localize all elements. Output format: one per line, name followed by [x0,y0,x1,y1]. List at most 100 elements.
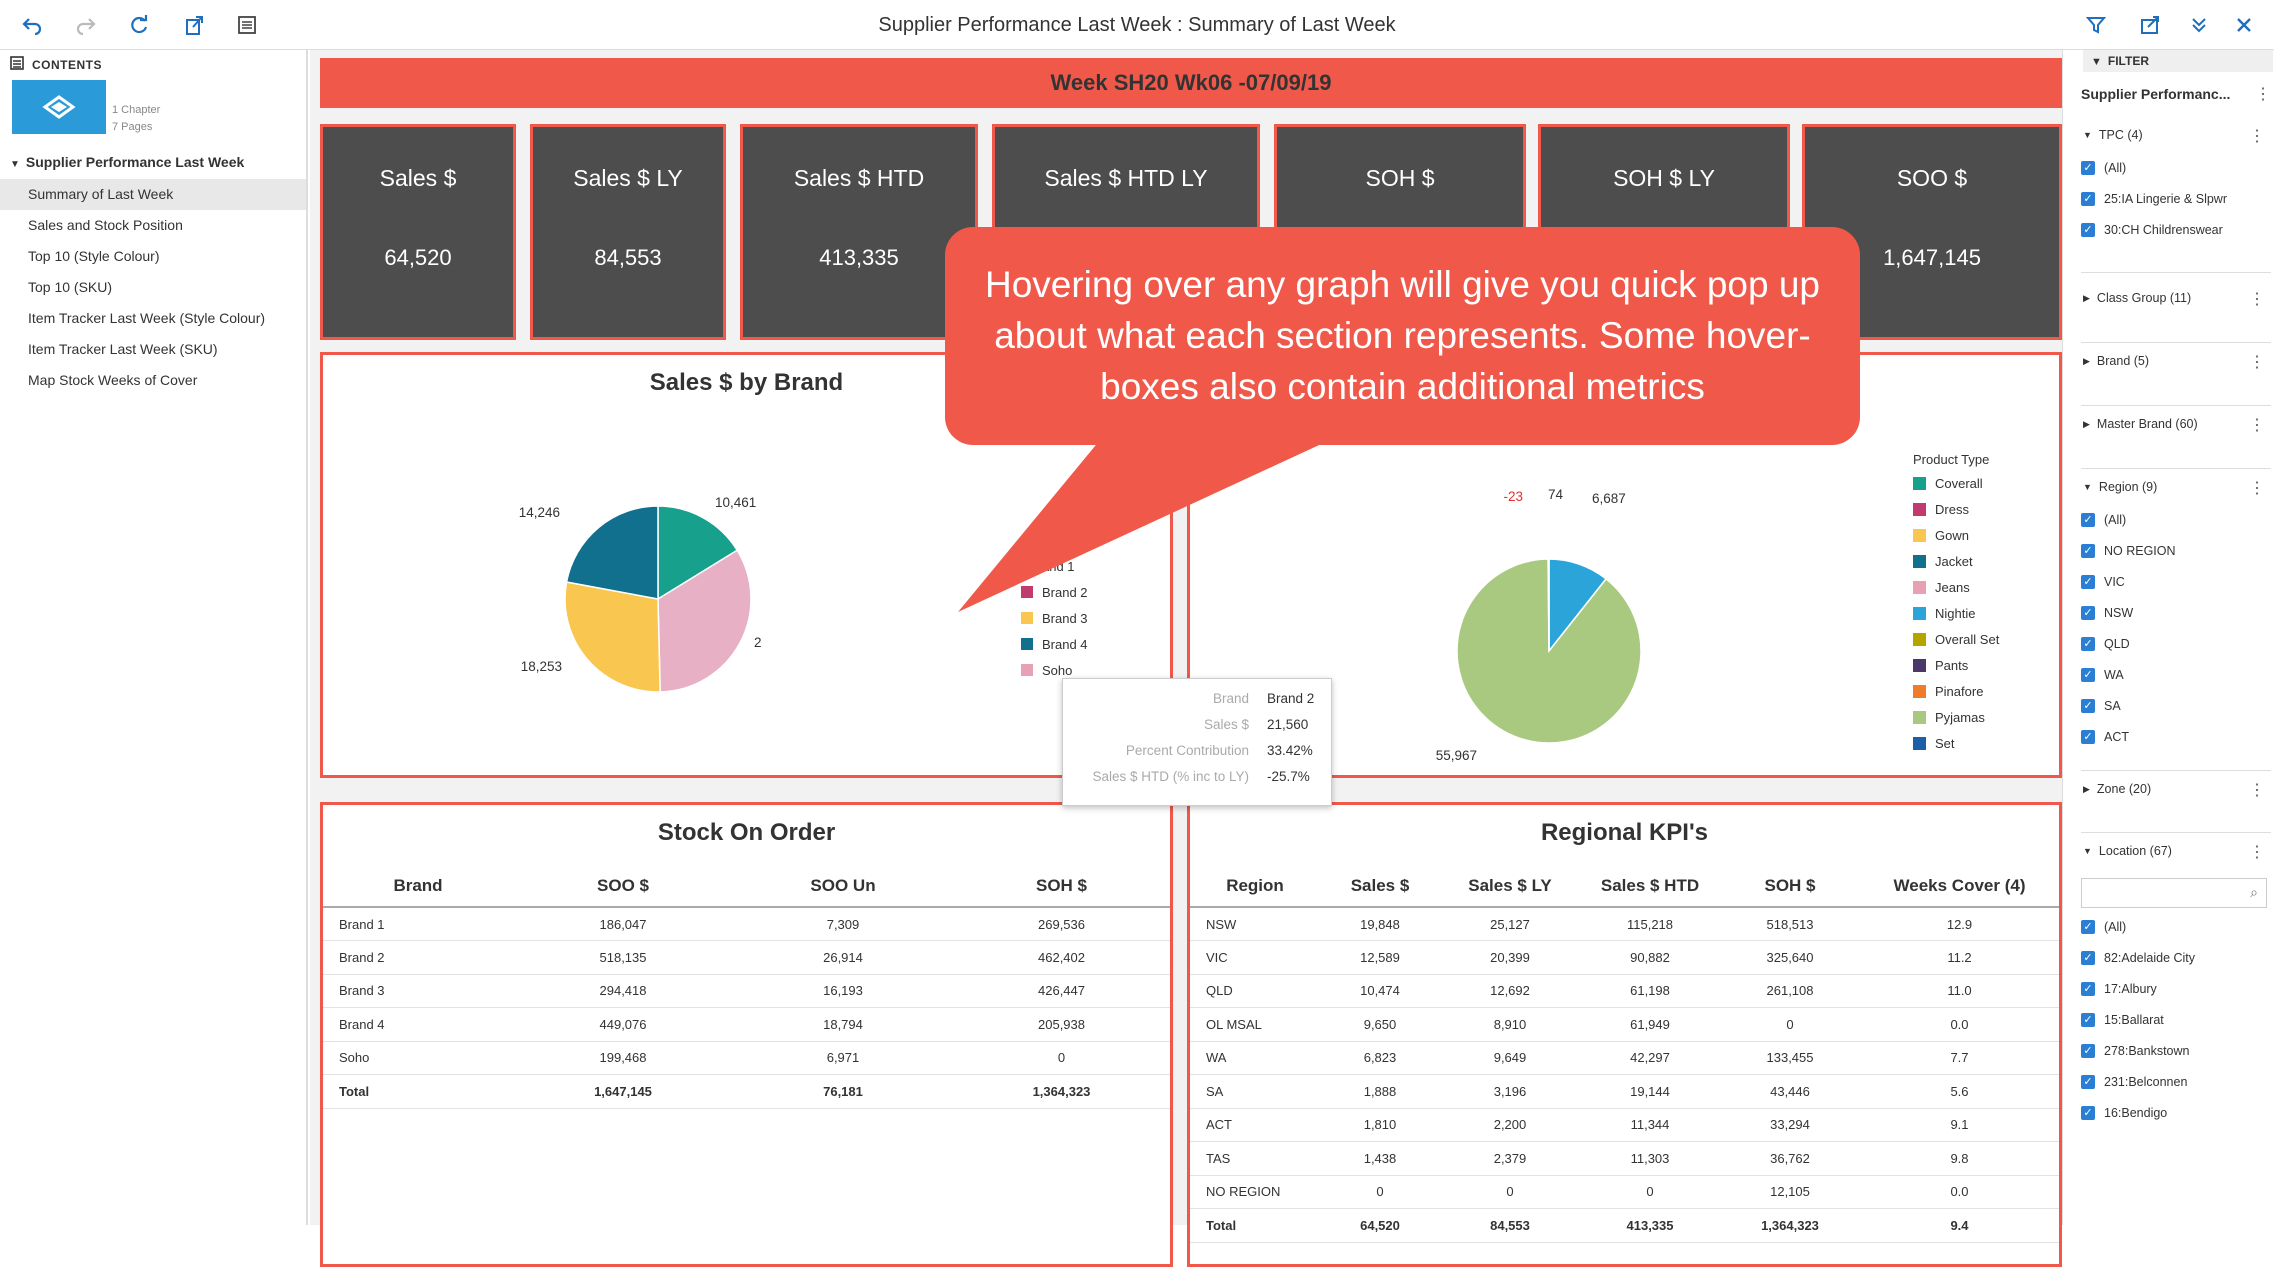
nav-item[interactable]: Summary of Last Week [0,179,306,210]
filter-group-header[interactable]: ▼TPC (4) [2083,128,2143,142]
legend-label[interactable]: Soho [1042,663,1072,678]
column-header[interactable]: SOH $ [1720,865,1860,907]
filter-checkbox-item[interactable]: ✓ACT [2081,730,2129,744]
checkbox-checked-icon[interactable]: ✓ [2081,223,2095,237]
kpi-tile[interactable]: Sales $64,520 [320,124,516,340]
checkbox-checked-icon[interactable]: ✓ [2081,606,2095,620]
filter-checkbox-item[interactable]: ✓82:Adelaide City [2081,951,2195,965]
more-options-icon[interactable]: ⋮ [2249,289,2265,309]
filter-icon[interactable] [2082,11,2110,39]
legend-item[interactable]: Pyjamas [1913,710,1985,725]
legend-label[interactable]: and 1 [1042,559,1075,574]
legend-item[interactable]: Jacket [1913,554,1973,569]
filter-checkbox-item[interactable]: ✓NSW [2081,606,2133,620]
checkbox-checked-icon[interactable]: ✓ [2081,1044,2095,1058]
nav-item[interactable]: Item Tracker Last Week (Style Colour) [0,303,306,334]
column-header[interactable]: Weeks Cover (4) [1860,865,2059,907]
legend-item[interactable]: Pants [1913,658,1968,673]
column-header[interactable]: SOO Un [733,865,953,907]
checkbox-checked-icon[interactable]: ✓ [2081,1013,2095,1027]
more-options-icon[interactable]: ⋮ [2249,842,2265,862]
refresh-icon[interactable] [125,11,153,39]
list-icon[interactable] [233,11,261,39]
checkbox-checked-icon[interactable]: ✓ [2081,637,2095,651]
filter-checkbox-item[interactable]: ✓(All) [2081,513,2126,527]
book-thumbnail[interactable] [12,80,106,134]
filter-group-header[interactable]: ▶Master Brand (60) [2083,417,2198,431]
more-options-icon[interactable]: ⋮ [2249,780,2265,800]
column-header[interactable]: SOO $ [513,865,733,907]
filter-group-header[interactable]: ▼Location (67) [2083,844,2172,858]
more-options-icon[interactable]: ⋮ [2249,415,2265,435]
filter-group-header[interactable]: ▶Brand (5) [2083,354,2149,368]
checkbox-checked-icon[interactable]: ✓ [2081,513,2095,527]
checkbox-checked-icon[interactable]: ✓ [2081,575,2095,589]
filter-checkbox-item[interactable]: ✓(All) [2081,161,2126,175]
filter-group-header[interactable]: ▼Region (9) [2083,480,2157,494]
filter-checkbox-item[interactable]: ✓SA [2081,699,2121,713]
column-header[interactable]: Sales $ LY [1440,865,1580,907]
pie-slice[interactable] [567,506,658,599]
filter-checkbox-item[interactable]: ✓25:IA Lingerie & Slpwr [2081,192,2227,206]
legend-item[interactable]: Nightie [1913,606,1975,621]
checkbox-checked-icon[interactable]: ✓ [2081,982,2095,996]
checkbox-checked-icon[interactable]: ✓ [2081,192,2095,206]
legend-item[interactable]: Pinafore [1913,684,1983,699]
chevron-double-down-icon[interactable] [2185,11,2213,39]
nav-item[interactable]: Top 10 (Style Colour) [0,241,306,272]
pie-slice[interactable] [565,582,660,692]
legend-label[interactable]: Brand 2 [1042,585,1088,600]
filter-checkbox-item[interactable]: ✓17:Albury [2081,982,2157,996]
more-options-icon[interactable]: ⋮ [2249,352,2265,372]
close-icon[interactable] [2230,11,2258,39]
filter-checkbox-item[interactable]: ✓231:Belconnen [2081,1075,2187,1089]
column-header[interactable]: SOH $ [953,865,1170,907]
filter-group-header[interactable]: ▶Zone (20) [2083,782,2151,796]
column-header[interactable]: Region [1190,865,1320,907]
filter-checkbox-item[interactable]: ✓15:Ballarat [2081,1013,2164,1027]
more-options-icon[interactable]: ⋮ [2249,126,2265,146]
checkbox-checked-icon[interactable]: ✓ [2081,730,2095,744]
legend-item[interactable]: Dress [1913,502,1969,517]
more-options-icon[interactable]: ⋮ [2255,84,2271,104]
filter-checkbox-item[interactable]: ✓WA [2081,668,2124,682]
checkbox-checked-icon[interactable]: ✓ [2081,544,2095,558]
filter-checkbox-item[interactable]: ✓278:Bankstown [2081,1044,2189,1058]
nav-item[interactable]: Top 10 (SKU) [0,272,306,303]
legend-item[interactable]: Overall Set [1913,632,1999,647]
filter-checkbox-item[interactable]: ✓16:Bendigo [2081,1106,2167,1120]
nav-item[interactable]: Sales and Stock Position [0,210,306,241]
checkbox-checked-icon[interactable]: ✓ [2081,1106,2095,1120]
legend-item[interactable]: Set [1913,736,1955,751]
nav-item[interactable]: Item Tracker Last Week (SKU) [0,334,306,365]
checkbox-checked-icon[interactable]: ✓ [2081,951,2095,965]
legend-item[interactable]: Gown [1913,528,1969,543]
more-options-icon[interactable]: ⋮ [2249,478,2265,498]
legend-item[interactable]: Coverall [1913,476,1983,491]
column-header[interactable]: Sales $ HTD [1580,865,1720,907]
checkbox-checked-icon[interactable]: ✓ [2081,699,2095,713]
checkbox-checked-icon[interactable]: ✓ [2081,920,2095,934]
chapter-title[interactable]: ▼Supplier Performance Last Week [10,154,244,170]
kpi-tile[interactable]: Sales $ HTD413,335 [740,124,978,340]
filter-checkbox-item[interactable]: ✓QLD [2081,637,2130,651]
filter-checkbox-item[interactable]: ✓VIC [2081,575,2125,589]
filter-group-header[interactable]: ▶Class Group (11) [2083,291,2191,305]
export-icon[interactable] [180,11,208,39]
filter-checkbox-item[interactable]: ✓30:CH Childrenswear [2081,223,2223,237]
checkbox-checked-icon[interactable]: ✓ [2081,668,2095,682]
filter-checkbox-item[interactable]: ✓NO REGION [2081,544,2176,558]
kpi-tile[interactable]: Sales $ LY84,553 [530,124,726,340]
nav-item[interactable]: Map Stock Weeks of Cover [0,365,306,396]
checkbox-checked-icon[interactable]: ✓ [2081,1075,2095,1089]
filter-checkbox-item[interactable]: ✓(All) [2081,920,2126,934]
legend-item[interactable]: Jeans [1913,580,1970,595]
share-icon[interactable] [2136,11,2164,39]
undo-icon[interactable] [18,11,46,39]
column-header[interactable]: Sales $ [1320,865,1440,907]
column-header[interactable]: Brand [323,865,513,907]
legend-label[interactable]: Brand 4 [1042,637,1088,652]
redo-icon[interactable] [72,11,100,39]
legend-label[interactable]: Brand 3 [1042,611,1088,626]
checkbox-checked-icon[interactable]: ✓ [2081,161,2095,175]
